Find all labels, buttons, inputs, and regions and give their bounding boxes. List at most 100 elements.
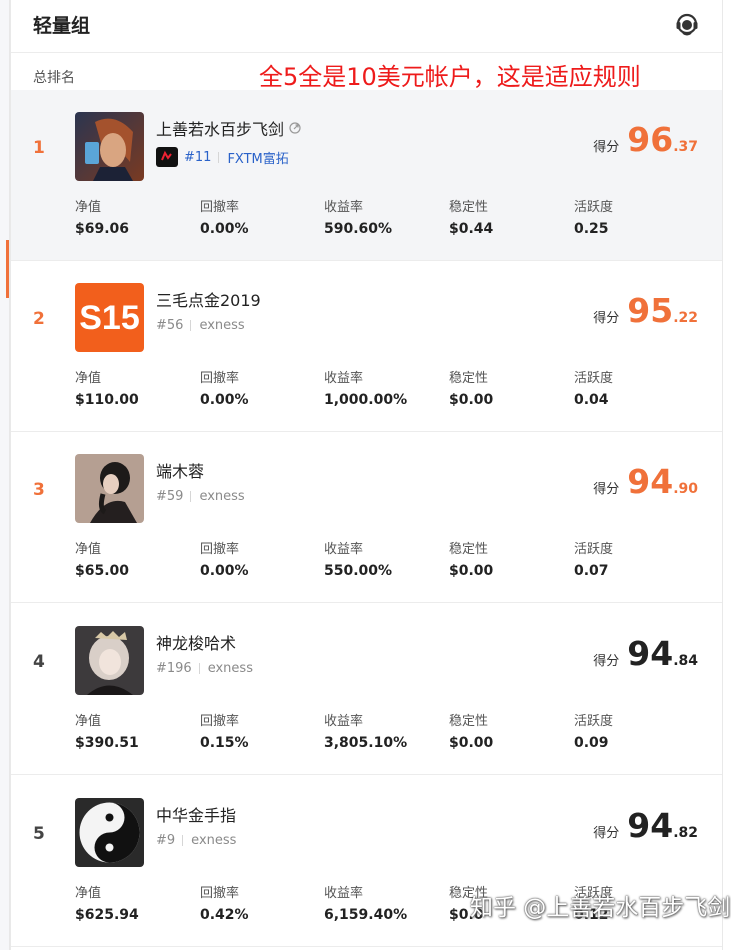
rank-number: 4 (33, 652, 45, 672)
broker-name[interactable]: exness (191, 833, 236, 848)
trader-name[interactable]: 中华金手指 (156, 802, 236, 826)
leaderboard-panel: 轻量组 总排名 全5全是10美元帐户，这是适应规则 1 上善若水百步飞剑 #11… (10, 0, 723, 950)
stat-return: 收益率 550.00% (324, 538, 444, 579)
page-title: 轻量组 (33, 15, 91, 37)
score-label: 得分 (593, 826, 620, 841)
broker-name[interactable]: exness (208, 661, 253, 676)
stat-drawdown: 回撤率 0.15% (200, 710, 320, 751)
score: 得分 94 .90 (593, 462, 698, 501)
ranking-subheader: 总排名 全5全是10美元帐户，这是适应规则 (11, 53, 722, 91)
stat-label: 收益率 (324, 200, 364, 215)
stat-return: 收益率 6,159.40% (324, 882, 444, 923)
ranking-row[interactable]: 3 端木蓉 #59 exness 得分 94 .90 净值 $65.00 回撤率 0… (11, 432, 722, 603)
divider (182, 835, 184, 846)
score: 得分 96 .37 (593, 120, 698, 159)
account-rank: #11 (184, 149, 212, 165)
stat-drawdown: 回撤率 0.00% (200, 367, 320, 408)
red-annotation-text: 全5全是10美元帐户，这是适应规则 (259, 63, 641, 91)
score: 得分 94 .82 (593, 806, 698, 845)
stat-value: 1,000.00% (324, 392, 408, 408)
score-integer: 94 (627, 634, 674, 673)
trader-name-text: 上善若水百步飞剑 (156, 120, 285, 139)
left-scroll-indicator[interactable] (6, 240, 9, 298)
stat-return: 收益率 3,805.10% (324, 710, 444, 751)
stat-value: 0.25 (574, 221, 609, 237)
broker-name[interactable]: exness (199, 489, 244, 504)
stat-net-value: 净值 $110.00 (75, 367, 195, 408)
broker-name[interactable]: FXTM富拓 (227, 148, 288, 167)
stat-net-value: 净值 $390.51 (75, 710, 195, 751)
trader-name[interactable]: 上善若水百步飞剑 (156, 116, 301, 140)
ranking-row[interactable]: 2 S15 三毛点金2019 #56 exness 得分 95 .22 净值 $1… (11, 261, 722, 432)
stat-value: 0.15% (200, 735, 249, 751)
divider (198, 663, 200, 674)
stat-stability: 稳定性 $0.44 (449, 196, 569, 237)
stat-label: 净值 (75, 886, 102, 901)
score-label: 得分 (593, 140, 620, 155)
stat-drawdown: 回撤率 0.00% (200, 196, 320, 237)
stat-net-value: 净值 $625.94 (75, 882, 195, 923)
stat-label: 稳定性 (449, 542, 489, 557)
stat-label: 回撤率 (200, 200, 240, 215)
avatar[interactable] (75, 798, 144, 867)
score-integer: 94 (627, 462, 674, 501)
score-decimal: .90 (673, 481, 698, 497)
stat-label: 稳定性 (449, 371, 489, 386)
score-integer: 95 (627, 291, 674, 330)
stat-return: 收益率 1,000.00% (324, 367, 444, 408)
score-label: 得分 (593, 482, 620, 497)
trader-name[interactable]: 端木蓉 (156, 458, 204, 482)
zhihu-watermark: 知乎 @上善若水百步飞剑 (470, 895, 731, 921)
trader-meta: #56 exness (156, 318, 245, 333)
stat-value: $0.00 (449, 563, 494, 579)
stat-label: 回撤率 (200, 714, 240, 729)
stat-value: 0.42% (200, 907, 249, 923)
score: 得分 95 .22 (593, 291, 698, 330)
stat-stability: 稳定性 $0.00 (449, 538, 569, 579)
stat-value: 0.07 (574, 563, 609, 579)
stat-activity: 活跃度 0.25 (574, 196, 694, 237)
stat-value: 6,159.40% (324, 907, 408, 923)
stat-label: 活跃度 (574, 371, 614, 386)
customer-service-icon[interactable] (674, 11, 700, 37)
score-label: 得分 (593, 654, 620, 669)
panel-header: 轻量组 (11, 0, 722, 53)
avatar[interactable] (75, 626, 144, 695)
stat-net-value: 净值 $69.06 (75, 196, 195, 237)
stat-value: $390.51 (75, 735, 139, 751)
ranking-row[interactable]: 4 神龙梭哈术 #196 exness 得分 94 .84 净值 $390.51 … (11, 604, 722, 775)
account-rank: #56 (156, 318, 184, 333)
trader-name[interactable]: 三毛点金2019 (156, 287, 261, 311)
trader-name[interactable]: 神龙梭哈术 (156, 630, 236, 654)
divider (190, 491, 192, 502)
stat-label: 回撤率 (200, 886, 240, 901)
stat-label: 净值 (75, 542, 102, 557)
stat-activity: 活跃度 0.07 (574, 538, 694, 579)
stat-return: 收益率 590.60% (324, 196, 444, 237)
stat-stability: 稳定性 $0.00 (449, 367, 569, 408)
stat-label: 活跃度 (574, 714, 614, 729)
score-integer: 94 (627, 806, 674, 845)
stat-stability: 稳定性 $0.00 (449, 710, 569, 751)
external-link-icon[interactable] (289, 119, 301, 134)
stat-label: 活跃度 (574, 542, 614, 557)
broker-name[interactable]: exness (199, 318, 244, 333)
trader-meta: #196 exness (156, 661, 253, 676)
stat-activity: 活跃度 0.09 (574, 710, 694, 751)
avatar-logo-text: S15 (79, 299, 140, 337)
overall-rank-label: 总排名 (33, 70, 75, 86)
score-label: 得分 (593, 311, 620, 326)
trader-meta: #9 exness (156, 833, 236, 848)
avatar[interactable] (75, 112, 144, 181)
account-rank: #9 (156, 833, 176, 848)
stat-label: 收益率 (324, 714, 364, 729)
stat-label: 净值 (75, 371, 102, 386)
score-decimal: .84 (673, 653, 698, 669)
stat-value: 0.00% (200, 221, 249, 237)
avatar[interactable]: S15 (75, 283, 144, 352)
ranking-row[interactable]: 1 上善若水百步飞剑 #11 FXTM富拓 得分 96 .37 净值 $69.0… (11, 90, 722, 261)
avatar[interactable] (75, 454, 144, 523)
stat-activity: 活跃度 0.04 (574, 367, 694, 408)
stat-value: $0.00 (449, 735, 494, 751)
stat-label: 活跃度 (574, 200, 614, 215)
